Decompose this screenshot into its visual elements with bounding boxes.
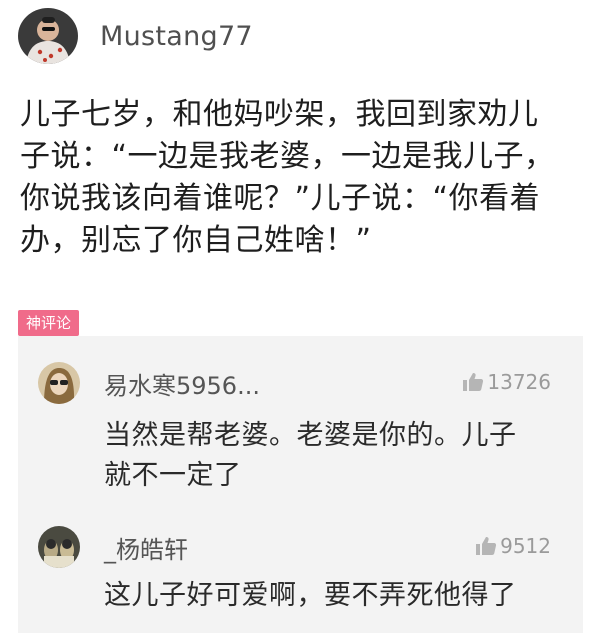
hot-comments-tag: 神评论 <box>18 310 80 336</box>
commenter-avatar[interactable] <box>38 362 80 404</box>
comment-text: 这儿子好可爱啊，要不弄死他得了 <box>104 580 517 611</box>
hot-comments-panel: 易水寒5956... 13726 当然是帮老婆。老婆是你的。儿子 就不一定了 _… <box>18 336 583 633</box>
like-button[interactable]: 13726 <box>462 370 551 394</box>
commenter-name[interactable]: _杨皓轩 <box>104 530 188 565</box>
commenter-avatar-image <box>38 526 80 568</box>
commenter-avatar-image <box>38 362 80 404</box>
author-avatar[interactable] <box>18 8 78 64</box>
like-count: 13726 <box>487 370 551 394</box>
post-header: Mustang77 <box>18 8 253 64</box>
comment-item: _杨皓轩 9512 这儿子好可爱啊，要不弄死他得了 <box>18 516 583 633</box>
comment-text: 当然是帮老婆。老婆是你的。儿子 就不一定了 <box>104 420 517 491</box>
author-avatar-image <box>18 8 78 64</box>
like-button[interactable]: 9512 <box>475 534 551 558</box>
post-body-text: 儿子七岁，和他妈吵架，我回到家劝儿 子说：“一边是我老婆，一边是我儿子， 你说我… <box>20 97 555 258</box>
like-count: 9512 <box>500 534 551 558</box>
commenter-avatar[interactable] <box>38 526 80 568</box>
comment-item: 易水寒5956... 13726 当然是帮老婆。老婆是你的。儿子 就不一定了 <box>18 336 583 516</box>
commenter-name[interactable]: 易水寒5956... <box>104 366 260 401</box>
thumbs-up-icon <box>463 373 484 391</box>
author-name[interactable]: Mustang77 <box>100 21 253 52</box>
thumbs-up-icon <box>476 537 497 555</box>
